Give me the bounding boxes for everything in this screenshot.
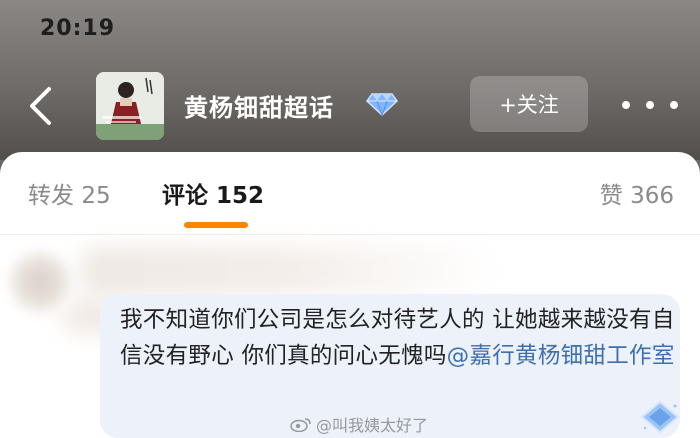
tab-count: 152	[216, 183, 265, 209]
dot	[670, 101, 678, 109]
tab-label: 赞	[599, 183, 623, 209]
tab-comment[interactable]: 评论 152	[162, 176, 264, 210]
dot	[646, 101, 654, 109]
back-button[interactable]	[20, 84, 60, 128]
comment-mention-link[interactable]: @嘉行黄杨钿甜工作室	[447, 343, 675, 369]
tab-label: 转发	[28, 183, 74, 209]
tab-like[interactable]: 赞 366	[600, 176, 674, 210]
watermark: @叫我姨太好了	[290, 412, 428, 436]
weibo-logo-icon	[290, 418, 311, 432]
follow-button[interactable]: +关注	[470, 76, 588, 132]
tab-repost[interactable]: 转发 25	[28, 176, 111, 210]
avatar-image	[96, 72, 164, 140]
diamond-sticker-icon	[640, 400, 680, 434]
back-chevron-icon	[30, 87, 51, 125]
topic-title: 黄杨钿甜超话	[184, 94, 334, 122]
more-dots-icon[interactable]	[622, 90, 678, 120]
dot	[622, 101, 630, 109]
status-time: 20:19	[40, 16, 116, 41]
tab-count: 25	[81, 183, 111, 209]
watermark-text: @叫我姨太好了	[316, 416, 429, 435]
blurred-avatar	[10, 252, 70, 312]
comments-card: 转发 25 评论 152 赞 366 我不知道你们公司是怎么对待艺人的 让她越来…	[0, 152, 700, 438]
tab-label: 评论	[162, 183, 208, 209]
divider	[0, 234, 700, 235]
topic-avatar[interactable]	[96, 72, 164, 140]
diamond-badge-icon	[366, 93, 398, 116]
tab-count: 366	[630, 183, 674, 209]
blurred-username	[80, 246, 500, 296]
active-tab-indicator	[184, 222, 248, 228]
comment-text: 我不知道你们公司是怎么对待艺人的 让她越来越没有自信没有野心 你们真的问心无愧吗…	[120, 302, 680, 374]
